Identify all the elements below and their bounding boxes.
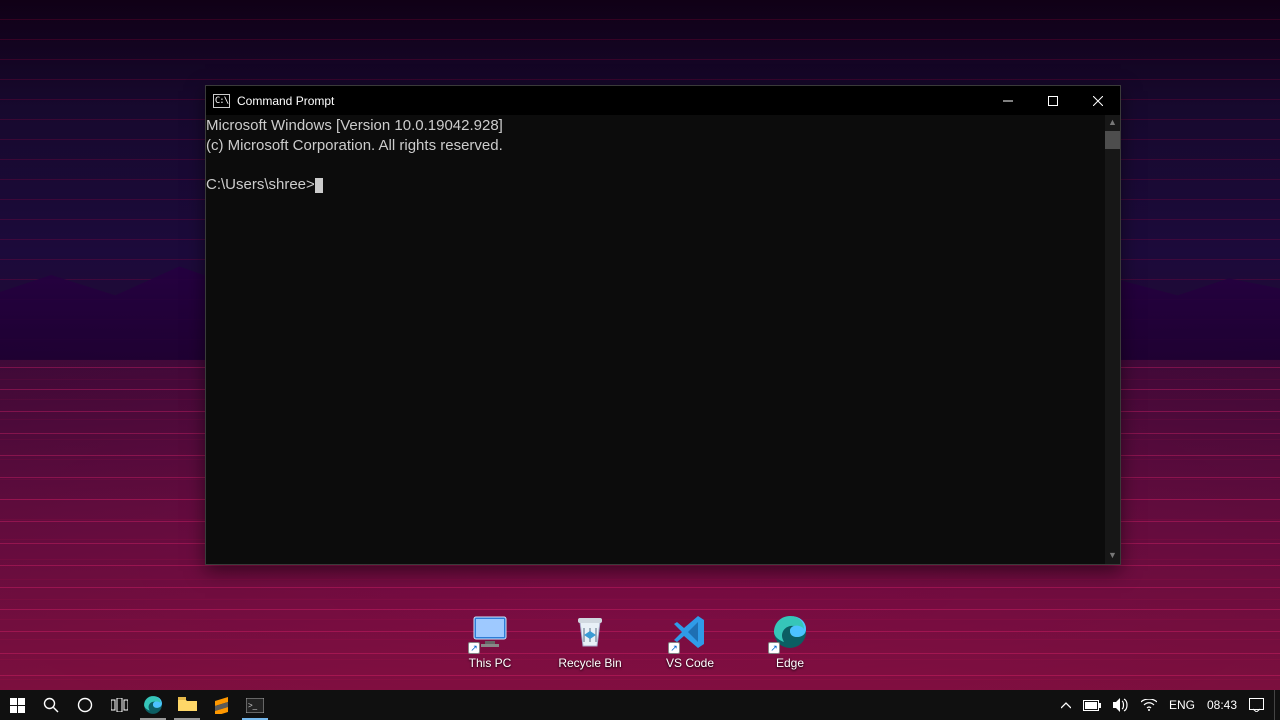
edge-icon <box>143 695 163 715</box>
titlebar[interactable]: C:\ Command Prompt <box>206 86 1120 115</box>
search-icon <box>43 697 59 713</box>
desktop-icon-edge[interactable]: ↗ Edge <box>754 612 826 670</box>
shortcut-arrow-icon: ↗ <box>468 642 480 654</box>
this-pc-icon: ↗ <box>470 612 510 652</box>
tray-battery-icon[interactable] <box>1083 700 1101 711</box>
tray-volume-icon[interactable] <box>1113 698 1129 712</box>
desktop-icon-vs-code[interactable]: ↗ VS Code <box>654 612 726 670</box>
edge-icon: ↗ <box>770 612 810 652</box>
terminal-scrollbar[interactable]: ▲ ▼ <box>1105 115 1120 564</box>
shortcut-arrow-icon: ↗ <box>668 642 680 654</box>
show-desktop-button[interactable] <box>1274 690 1280 720</box>
desktop-icon-recycle-bin[interactable]: Recycle Bin <box>554 612 626 670</box>
sublime-icon <box>213 696 230 714</box>
taskbar-app-file-explorer[interactable] <box>170 690 204 720</box>
desktop-icons-row: ↗ This PC Recycle Bin ↗ VS Code ↗ Edge <box>0 612 1280 670</box>
taskbar: >_ ENG 08:43 <box>0 690 1280 720</box>
tray-wifi-icon[interactable] <box>1141 699 1157 711</box>
system-tray: ENG 08:43 <box>1051 690 1274 720</box>
window-title: Command Prompt <box>237 94 334 108</box>
vs-code-icon: ↗ <box>670 612 710 652</box>
desktop-icon-label: This PC <box>469 656 512 670</box>
cortana-icon <box>77 697 93 713</box>
cmd-icon: C:\ <box>213 94 230 108</box>
taskbar-app-edge[interactable] <box>136 690 170 720</box>
task-view-icon <box>111 698 128 712</box>
tray-language[interactable]: ENG <box>1169 698 1195 712</box>
tray-chevron-up-icon[interactable] <box>1061 702 1071 709</box>
terminal-line: (c) Microsoft Corporation. All rights re… <box>206 137 503 154</box>
command-prompt-window[interactable]: C:\ Command Prompt Microsoft Windows [Ve… <box>205 85 1121 565</box>
taskbar-app-cmd[interactable]: >_ <box>238 690 272 720</box>
shortcut-arrow-icon: ↗ <box>768 642 780 654</box>
terminal-prompt: C:\Users\shree> <box>206 176 315 193</box>
close-button[interactable] <box>1075 86 1120 115</box>
desktop-icon-label: Recycle Bin <box>558 656 621 670</box>
terminal-body[interactable]: Microsoft Windows [Version 10.0.19042.92… <box>206 115 1120 564</box>
desktop-icon-label: Edge <box>776 656 804 670</box>
cortana-button[interactable] <box>68 690 102 720</box>
svg-text:>_: >_ <box>248 701 258 710</box>
folder-icon <box>178 697 197 713</box>
desktop-icon-label: VS Code <box>666 656 714 670</box>
desktop-icon-this-pc[interactable]: ↗ This PC <box>454 612 526 670</box>
search-button[interactable] <box>34 690 68 720</box>
scroll-up-icon[interactable]: ▲ <box>1105 115 1120 131</box>
task-view-button[interactable] <box>102 690 136 720</box>
maximize-button[interactable] <box>1030 86 1075 115</box>
terminal-cursor <box>315 178 323 193</box>
scroll-down-icon[interactable]: ▼ <box>1105 548 1120 564</box>
start-button[interactable] <box>0 690 34 720</box>
terminal-line: Microsoft Windows [Version 10.0.19042.92… <box>206 117 503 134</box>
tray-clock[interactable]: 08:43 <box>1207 698 1237 712</box>
scroll-thumb[interactable] <box>1105 131 1120 149</box>
cmd-icon: >_ <box>246 698 264 713</box>
windows-logo-icon <box>10 698 25 713</box>
taskbar-app-sublime[interactable] <box>204 690 238 720</box>
tray-notifications-icon[interactable] <box>1249 698 1264 712</box>
recycle-bin-icon <box>570 612 610 652</box>
minimize-button[interactable] <box>985 86 1030 115</box>
